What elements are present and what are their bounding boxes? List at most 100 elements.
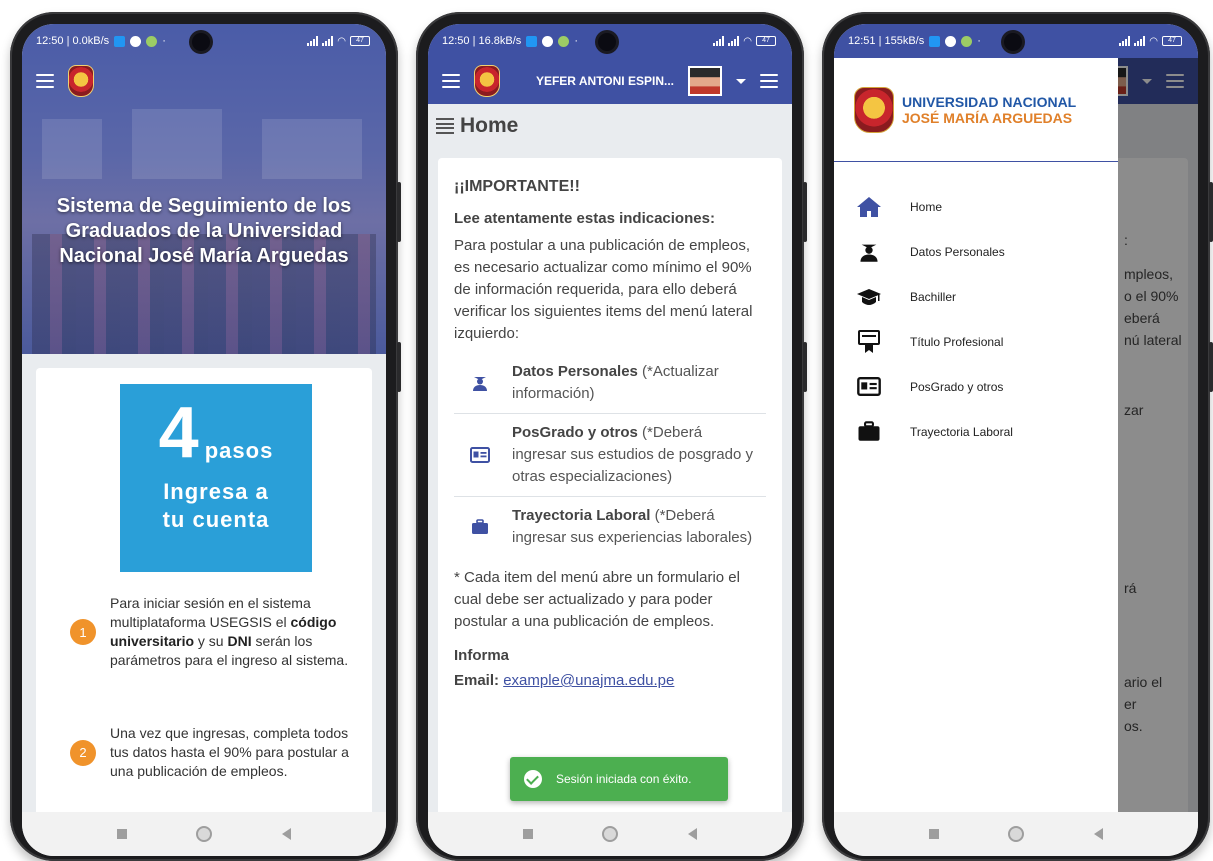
- university-crest-logo: [474, 65, 500, 97]
- briefcase-icon: [470, 518, 490, 536]
- instructions-footnote: * Cada item del menú abre un formulario …: [454, 569, 740, 630]
- steps-line1: Ingresa a: [163, 479, 269, 504]
- menu-item-label: Home: [910, 199, 943, 214]
- id-card-icon: [470, 446, 490, 464]
- home-button-icon[interactable]: [196, 826, 213, 842]
- menu-item-posgrado[interactable]: PosGrado y otros: [834, 364, 1118, 409]
- screen: Sistema de Seguimiento de los Graduados …: [22, 24, 386, 856]
- menu-item-trayectoria-laboral[interactable]: Trayectoria Laboral: [834, 409, 1118, 454]
- toast-message: Sesión iniciada con éxito.: [556, 772, 692, 786]
- status-time: 12:50 | 16.8kB/s: [442, 35, 522, 47]
- home-button-icon[interactable]: [602, 826, 619, 842]
- user-name[interactable]: YEFER ANTONI ESPIN...: [514, 74, 674, 88]
- android-nav-bar: [428, 812, 792, 856]
- signal-icon: [1119, 36, 1131, 46]
- app-icon: [542, 35, 554, 47]
- signal-icon: [307, 36, 319, 46]
- app-icon: [130, 35, 142, 47]
- battery-icon: 47: [350, 36, 370, 46]
- step-text: Para iniciar sesión en el sistema multip…: [110, 595, 349, 668]
- signal-icon: [728, 36, 740, 46]
- item-title: PosGrado y otros: [512, 424, 638, 441]
- required-items-list: Datos Personales (*Actualizar informació…: [454, 353, 766, 557]
- menu-item-label: Trayectoria Laboral: [910, 424, 1013, 439]
- signal-icon: [322, 36, 334, 46]
- university-name-line1: UNIVERSIDAD NACIONAL: [902, 93, 1077, 110]
- wifi-icon: ◠: [337, 35, 346, 47]
- home-button-icon[interactable]: [1008, 826, 1025, 842]
- instructions-subheading: Lee atentamente estas indicaciones:: [454, 210, 715, 227]
- success-toast: Sesión iniciada con éxito.: [510, 757, 728, 801]
- instructions-card: ¡¡IMPORTANTE!! Lee atentamente estas ind…: [438, 158, 782, 818]
- battery-icon: 47: [756, 36, 776, 46]
- menu-item-titulo-profesional[interactable]: Título Profesional: [834, 319, 1118, 364]
- menu-item-label: PosGrado y otros: [910, 379, 1004, 394]
- wifi-icon: ◠: [1149, 35, 1158, 47]
- status-time: 12:50 | 0.0kB/s: [36, 35, 110, 47]
- item-title: Datos Personales: [512, 363, 638, 380]
- id-card-icon: [856, 375, 882, 399]
- home-icon: [856, 195, 882, 219]
- avatar[interactable]: [688, 66, 722, 96]
- drawer-menu: Home Datos Personales Bachiller Título P…: [834, 162, 1118, 454]
- app-icon: [961, 35, 973, 47]
- menu-item-label: Datos Personales: [910, 244, 1005, 259]
- app-icon: [945, 35, 957, 47]
- menu-item-label: Bachiller: [910, 289, 957, 304]
- recent-apps-icon[interactable]: [522, 829, 533, 839]
- list-item: Datos Personales (*Actualizar informació…: [454, 353, 766, 414]
- screen: 12:50 | 16.8kB/s · ◠ 47 YEFER ANTONI ESP: [428, 24, 792, 856]
- three-phone-mockup: Sistema de Seguimiento de los Graduados …: [0, 0, 1213, 861]
- steps-banner: 4 pasos Ingresa a tu cuenta: [120, 384, 312, 572]
- battery-icon: 47: [1162, 36, 1182, 46]
- back-icon[interactable]: [282, 828, 292, 840]
- email-row: Email: example@unajma.edu.pe: [454, 672, 675, 689]
- menu-icon[interactable]: [442, 74, 460, 88]
- app-icon: [929, 35, 941, 47]
- chevron-down-icon[interactable]: [736, 78, 746, 84]
- certificate-icon: [856, 329, 882, 354]
- step-number-badge: 1: [70, 619, 96, 645]
- page-title: Home: [460, 114, 519, 137]
- recent-apps-icon[interactable]: [928, 829, 939, 839]
- steps-line2: tu cuenta: [162, 507, 270, 532]
- item-title: Trayectoria Laboral: [512, 507, 651, 524]
- list-icon: [436, 118, 454, 134]
- hero-title: Sistema de Seguimiento de los Graduados …: [56, 195, 352, 267]
- app-icon: [114, 35, 126, 47]
- menu-icon[interactable]: [36, 74, 54, 88]
- graduate-user-icon: [470, 374, 490, 392]
- top-navbar: [22, 58, 386, 104]
- step-item: 2 Una vez que ingresas, completa todos t…: [70, 724, 360, 781]
- screen: 12:51 | 155kB/s · ◠ 47: mpleos, o el 90…: [834, 24, 1198, 856]
- login-steps-card: 4 pasos Ingresa a tu cuenta 1 Para inicia…: [36, 368, 372, 828]
- university-name-line2: JOSÉ MARÍA ARGUEDAS: [902, 109, 1073, 126]
- menu-item-home[interactable]: Home: [834, 184, 1118, 229]
- graduation-cap-icon: [856, 285, 882, 309]
- status-time: 12:51 | 155kB/s: [848, 35, 925, 47]
- menu-item-datos-personales[interactable]: Datos Personales: [834, 229, 1118, 274]
- signal-icon: [1134, 36, 1146, 46]
- university-crest-logo: [854, 86, 894, 133]
- phone-login-steps: Sistema de Seguimiento de los Graduados …: [10, 12, 401, 861]
- check-circle-icon: [524, 770, 542, 788]
- menu-item-bachiller[interactable]: Bachiller: [834, 274, 1118, 319]
- info-label: Informa: [454, 647, 510, 664]
- list-item: Trayectoria Laboral (*Deberá ingresar su…: [454, 497, 766, 557]
- email-link[interactable]: example@unajma.edu.pe: [503, 672, 674, 689]
- steps-number: 4: [158, 393, 199, 473]
- back-icon[interactable]: [1094, 828, 1104, 840]
- briefcase-icon: [856, 420, 882, 444]
- recent-apps-icon[interactable]: [116, 829, 127, 839]
- step-item: 1 Para iniciar sesión en el sistema mult…: [70, 594, 360, 670]
- wifi-icon: ◠: [743, 35, 752, 47]
- graduate-user-icon: [856, 240, 882, 264]
- back-icon[interactable]: [688, 828, 698, 840]
- phone-home: 12:50 | 16.8kB/s · ◠ 47 YEFER ANTONI ESP: [416, 12, 807, 861]
- app-icon: [146, 35, 158, 47]
- side-drawer: UNIVERSIDAD NACIONAL JOSÉ MARÍA ARGUEDAS…: [834, 58, 1118, 812]
- signal-icon: [713, 36, 725, 46]
- menu-icon[interactable]: [760, 74, 778, 88]
- instructions-intro: Para postular a una publicación de emple…: [454, 237, 753, 342]
- drawer-header: UNIVERSIDAD NACIONAL JOSÉ MARÍA ARGUEDAS: [834, 58, 1118, 162]
